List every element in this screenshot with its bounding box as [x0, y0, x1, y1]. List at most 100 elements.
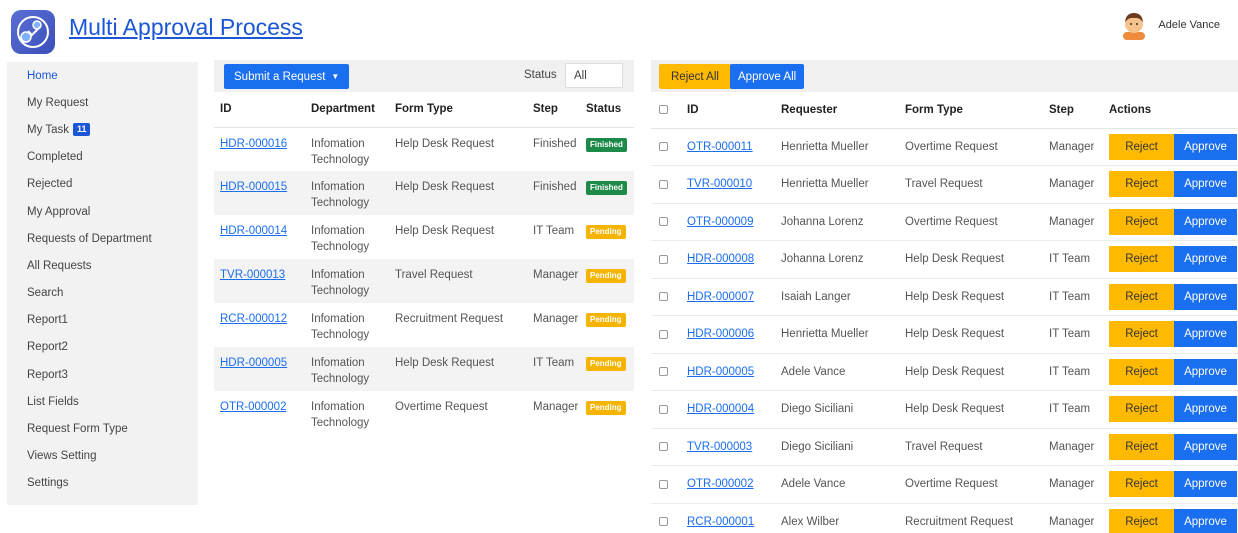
request-id-link[interactable]: TVR-000013	[220, 269, 285, 281]
column-header-department[interactable]: Department	[305, 92, 389, 128]
approve-all-button[interactable]: Approve All	[730, 64, 805, 89]
sidebar-item-settings[interactable]: Settings	[7, 470, 198, 497]
reject-button[interactable]: Reject	[1109, 508, 1174, 533]
sidebar-item-label: Rejected	[27, 178, 73, 191]
column-header-status[interactable]: Status	[580, 92, 634, 128]
reject-button[interactable]: Reject	[1109, 208, 1174, 235]
request-id-link[interactable]: HDR-000008	[687, 253, 754, 265]
request-id-link[interactable]: OTR-000002	[687, 478, 753, 490]
request-id-link[interactable]: HDR-000006	[687, 328, 754, 340]
request-id-link[interactable]: HDR-000015	[220, 181, 287, 193]
sidebar-item-list-fields[interactable]: List Fields	[7, 388, 198, 415]
sidebar-item-request-form-type[interactable]: Request Form Type	[7, 415, 198, 442]
column-header-step[interactable]: Step	[1043, 92, 1103, 129]
reject-all-button[interactable]: Reject All	[659, 64, 731, 89]
request-id-link[interactable]: HDR-000004	[687, 403, 754, 415]
row-checkbox[interactable]	[659, 292, 668, 302]
row-checkbox[interactable]	[659, 367, 668, 377]
reject-button[interactable]: Reject	[1109, 321, 1174, 348]
request-id-link[interactable]: HDR-000016	[220, 138, 287, 150]
approve-button[interactable]: Approve	[1174, 433, 1237, 460]
reject-button[interactable]: Reject	[1109, 246, 1174, 273]
sidebar-item-label: Report2	[27, 341, 68, 354]
column-header-id[interactable]: ID	[214, 92, 305, 128]
approve-button[interactable]: Approve	[1174, 208, 1237, 235]
step-cell: Finished	[527, 171, 580, 215]
row-checkbox[interactable]	[659, 517, 668, 527]
approve-button[interactable]: Approve	[1174, 283, 1237, 310]
reject-button[interactable]: Reject	[1109, 283, 1174, 310]
reject-button[interactable]: Reject	[1109, 471, 1174, 498]
approve-button[interactable]: Approve	[1174, 171, 1237, 198]
sidebar-item-views-setting[interactable]: Views Setting	[7, 443, 198, 470]
request-id-link[interactable]: RCR-000001	[687, 516, 754, 528]
row-checkbox[interactable]	[659, 179, 668, 189]
request-id-link[interactable]: RCR-000012	[220, 313, 287, 325]
reject-button[interactable]: Reject	[1109, 171, 1174, 198]
request-id-link[interactable]: OTR-000009	[687, 216, 753, 228]
submit-request-button[interactable]: Submit a Request ▼	[224, 64, 350, 89]
column-header-step[interactable]: Step	[527, 92, 580, 128]
approve-button[interactable]: Approve	[1174, 471, 1237, 498]
reject-button[interactable]: Reject	[1109, 396, 1174, 423]
sidebar-item-all-requests[interactable]: All Requests	[7, 252, 198, 279]
sidebar-item-report1[interactable]: Report1	[7, 307, 198, 334]
request-id-link[interactable]: HDR-000005	[220, 357, 287, 369]
request-id-link[interactable]: TVR-000010	[687, 178, 752, 190]
department-line-1: Infomation	[311, 269, 365, 281]
form-type-cell: Help Desk Request	[389, 347, 527, 391]
sidebar-item-my-request[interactable]: My Request	[7, 89, 198, 116]
reject-button[interactable]: Reject	[1109, 433, 1174, 460]
row-checkbox[interactable]	[659, 442, 668, 452]
status-filter-select[interactable]: All	[565, 63, 623, 88]
request-id-link[interactable]: TVR-000003	[687, 441, 752, 453]
form-type-cell: Help Desk Request	[395, 137, 495, 150]
app-logo-icon[interactable]	[11, 10, 55, 54]
reject-button[interactable]: Reject	[1109, 358, 1174, 385]
approve-button[interactable]: Approve	[1174, 133, 1237, 160]
row-checkbox[interactable]	[659, 217, 668, 227]
department-line-1: Infomation	[311, 357, 365, 369]
avatar[interactable]	[1120, 10, 1148, 40]
reject-button[interactable]: Reject	[1109, 133, 1174, 160]
sidebar-item-report3[interactable]: Report3	[7, 361, 198, 388]
column-header-requester[interactable]: Requester	[775, 92, 899, 129]
column-header-id[interactable]: ID	[681, 92, 775, 129]
request-id-link[interactable]: OTR-000002	[220, 401, 286, 413]
sidebar-item-my-task[interactable]: My Task 11	[7, 116, 198, 143]
row-checkbox[interactable]	[659, 404, 668, 414]
approve-button[interactable]: Approve	[1174, 246, 1237, 273]
approve-button[interactable]: Approve	[1174, 358, 1237, 385]
app-title[interactable]: Multi Approval Process	[69, 14, 303, 41]
form-type-cell: Help Desk Request	[395, 225, 495, 237]
sidebar-item-report2[interactable]: Report2	[7, 334, 198, 361]
request-id-link[interactable]: HDR-000007	[687, 291, 754, 303]
my-requests-panel: Submit a Request ▼ Status All ID Departme…	[214, 60, 634, 435]
department-line-1: Infomation	[311, 401, 365, 413]
approve-button[interactable]: Approve	[1174, 508, 1237, 533]
step-cell: IT Team	[1043, 278, 1103, 316]
approve-button[interactable]: Approve	[1174, 321, 1237, 348]
row-checkbox[interactable]	[659, 254, 668, 264]
request-id-link[interactable]: OTR-000011	[687, 141, 753, 153]
sidebar-item-search[interactable]: Search	[7, 280, 198, 307]
approve-button[interactable]: Approve	[1174, 396, 1237, 423]
sidebar-item-home[interactable]: Home	[7, 62, 198, 89]
form-type-cell: Help Desk Request	[899, 315, 1043, 354]
column-header-form-type[interactable]: Form Type	[899, 92, 1043, 129]
column-header-form-type[interactable]: Form Type	[389, 92, 527, 128]
row-checkbox[interactable]	[659, 142, 668, 152]
user-menu[interactable]: Adele Vance	[1120, 10, 1220, 40]
sidebar-item-my-approval[interactable]: My Approval	[7, 198, 198, 225]
sidebar-item-requests-of-department[interactable]: Requests of Department	[7, 225, 198, 252]
table-row: OTR-000002 Adele Vance Overtime Request …	[651, 465, 1238, 504]
status-badge: Pending	[586, 269, 626, 283]
select-all-checkbox[interactable]	[659, 105, 668, 115]
request-id-link[interactable]: HDR-000005	[687, 366, 754, 378]
row-checkbox[interactable]	[659, 329, 668, 339]
sidebar-item-rejected[interactable]: Rejected	[7, 171, 198, 198]
requests-toolbar: Submit a Request ▼ Status All	[214, 60, 634, 92]
sidebar-item-completed[interactable]: Completed	[7, 144, 198, 171]
row-checkbox[interactable]	[659, 479, 668, 489]
request-id-link[interactable]: HDR-000014	[220, 225, 287, 237]
